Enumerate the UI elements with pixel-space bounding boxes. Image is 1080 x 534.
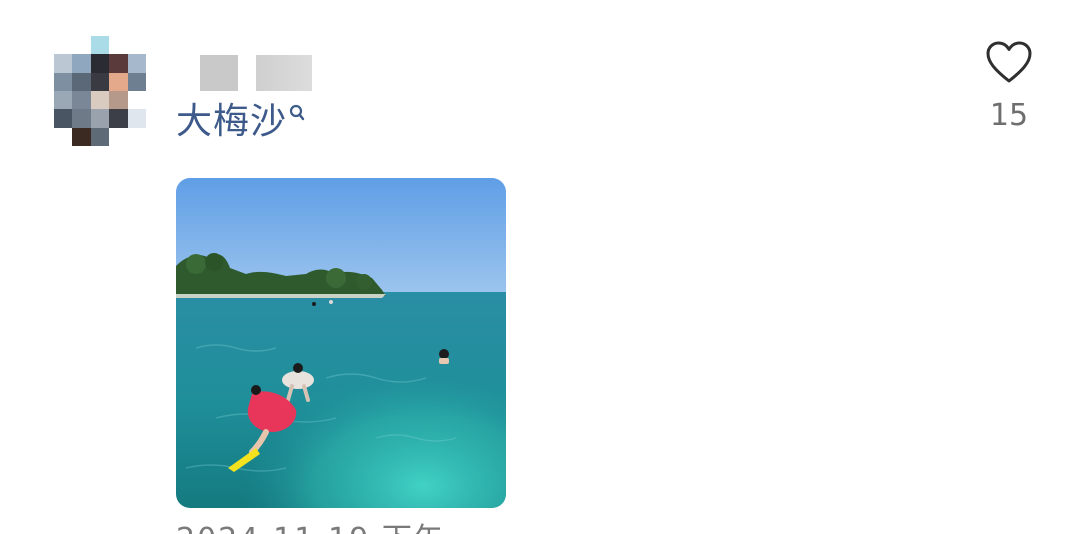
avatar-pixel xyxy=(127,36,146,55)
like-area: 15 xyxy=(984,40,1034,134)
moments-post: 大梅沙 15 xyxy=(0,0,1080,534)
avatar-pixel xyxy=(90,36,110,55)
avatar[interactable] xyxy=(54,36,146,146)
avatar-pixel xyxy=(90,127,110,146)
redacted-block xyxy=(200,55,238,91)
avatar-pixel xyxy=(90,90,110,110)
redacted-block xyxy=(256,55,312,91)
avatar-pixel xyxy=(127,54,146,73)
avatar-pixel xyxy=(72,109,91,128)
avatar-pixel xyxy=(54,109,73,128)
like-count: 15 xyxy=(989,98,1029,133)
avatar-pixel xyxy=(127,127,146,146)
avatar-pixel xyxy=(72,90,91,110)
avatar-pixel xyxy=(72,54,91,73)
avatar-pixel xyxy=(109,36,128,55)
avatar-pixel xyxy=(72,127,91,146)
avatar-pixel xyxy=(90,109,110,128)
avatar-pixel xyxy=(90,54,110,73)
avatar-pixel xyxy=(54,127,73,146)
post-photo[interactable] xyxy=(176,178,506,508)
avatar-pixel xyxy=(90,72,110,91)
avatar-pixel xyxy=(54,54,73,73)
search-icon xyxy=(289,104,305,126)
username-redacted[interactable] xyxy=(200,55,315,91)
avatar-pixel xyxy=(109,72,128,91)
avatar-pixel xyxy=(109,109,128,128)
avatar-pixel xyxy=(127,72,146,91)
location-label: 大梅沙 xyxy=(176,101,288,142)
heart-outline-icon[interactable] xyxy=(985,40,1033,84)
avatar-pixel xyxy=(72,72,91,91)
avatar-pixel xyxy=(109,54,128,73)
avatar-pixel xyxy=(127,90,146,110)
avatar-pixel xyxy=(54,72,73,91)
snorkeling-photo-image xyxy=(176,178,506,508)
avatar-pixel xyxy=(127,109,146,128)
location-link[interactable]: 大梅沙 xyxy=(176,98,305,146)
avatar-pixel xyxy=(72,36,91,55)
post-time: 2024-11-19 下午 xyxy=(176,522,446,534)
avatar-pixel xyxy=(109,127,128,146)
avatar-pixel xyxy=(109,90,128,110)
avatar-pixel xyxy=(54,36,73,55)
avatar-pixel xyxy=(54,90,73,110)
